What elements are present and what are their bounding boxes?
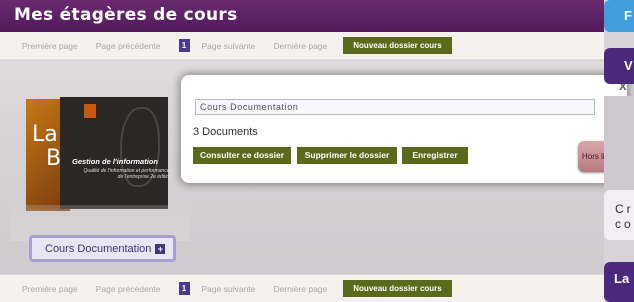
right-panel-item-4-line2: co [615,217,634,231]
book-subtitle: Qualité de l'information et performances… [83,168,173,180]
view-folder-button[interactable]: Consulter ce dossier [193,147,291,164]
right-panel-item-1[interactable]: F [604,0,634,32]
page-title: Mes étagères de cours [14,5,238,25]
new-folder-button[interactable]: Nouveau dossier cours [343,280,452,297]
right-panel-item-2[interactable]: V [604,48,634,84]
book-back-text-2: B [46,146,62,171]
book-cover-front[interactable] [60,97,168,209]
book-title: Gestion de l'information [72,157,158,166]
folder-name-input[interactable] [195,99,595,115]
document-count: 3 Documents [193,126,258,138]
right-panel-item-1-label: F [624,8,632,23]
plus-icon[interactable]: + [155,243,166,254]
last-page-link[interactable]: Dernière page [273,284,327,294]
first-page-link[interactable]: Première page [22,41,78,51]
last-page-link[interactable]: Dernière page [273,41,327,51]
right-panel-item-2-label: V [624,58,633,73]
pager-top: Première page Page précédente 1 Page sui… [0,32,604,60]
previous-page-link[interactable]: Page précédente [96,41,161,51]
save-button[interactable]: Enregistrer [402,147,468,164]
first-page-link[interactable]: Première page [22,284,78,294]
folder-label-text: Cours Documentation [45,242,152,255]
folder-popup: 3 Documents Consulter ce dossier Supprim… [181,75,627,183]
delete-folder-button[interactable]: Supprimer le dossier [297,147,397,164]
current-page-number[interactable]: 1 [178,39,190,52]
new-folder-button[interactable]: Nouveau dossier cours [343,37,452,54]
right-panel-item-5[interactable]: La [604,262,634,302]
next-page-link[interactable]: Page suivante [202,284,256,294]
next-page-link[interactable]: Page suivante [202,41,256,51]
pager-bottom: Première page Page précédente 1 Page sui… [0,274,604,302]
right-panel-item-4-line1: Cr [615,202,634,216]
previous-page-link[interactable]: Page précédente [96,284,161,294]
right-panel-item-5-label: La [614,271,630,286]
right-panel-divider [604,96,634,194]
current-page-number[interactable]: 1 [178,282,190,295]
folder-label-button[interactable]: Cours Documentation + [29,235,176,262]
right-panel-item-4[interactable]: Cr co [604,190,634,240]
publisher-logo-icon [84,104,96,118]
header-bar: Mes étagères de cours [0,0,604,32]
